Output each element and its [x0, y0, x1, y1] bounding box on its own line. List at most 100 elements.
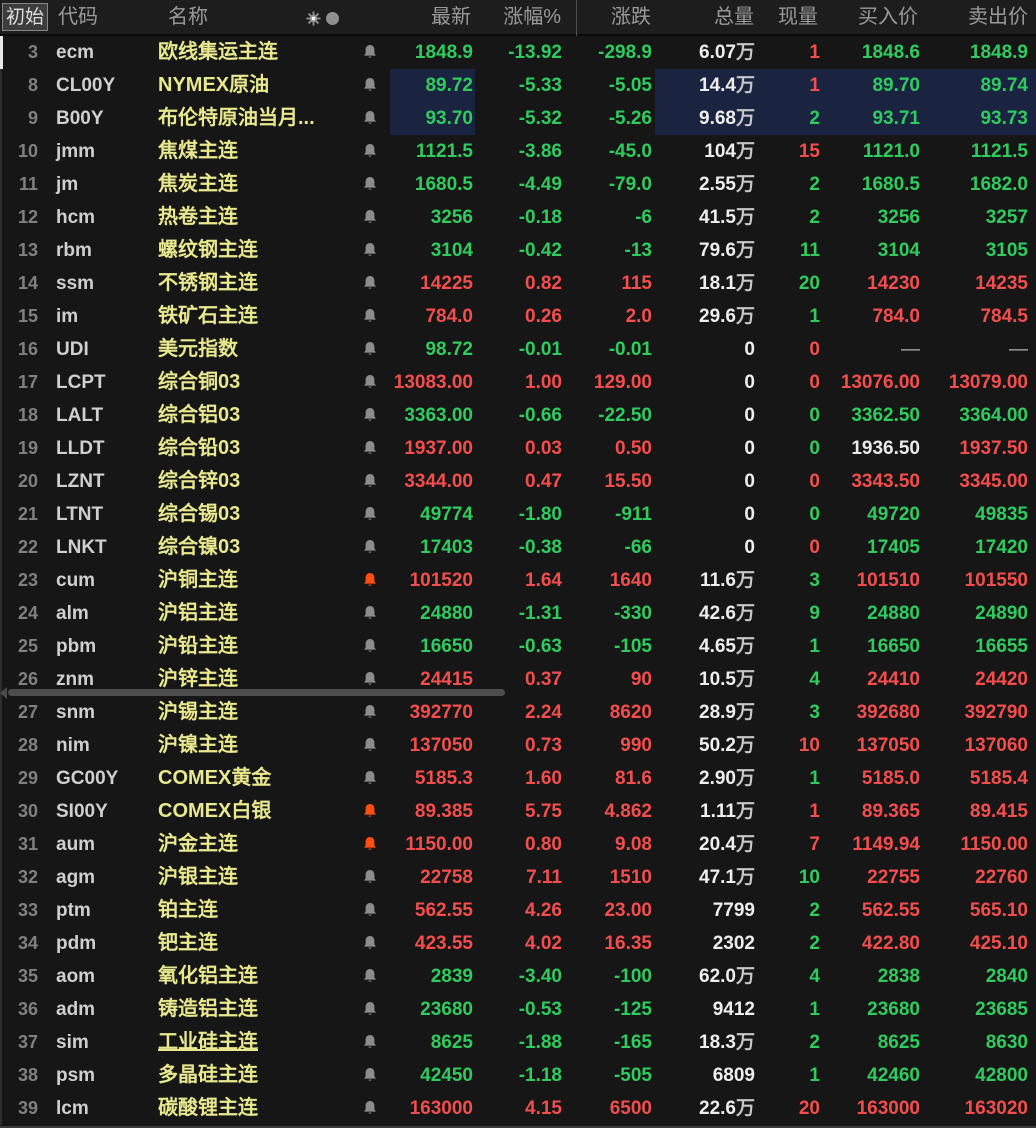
- alert-bell-icon[interactable]: [362, 110, 378, 127]
- quote-row[interactable]: 35 aom 氧化铝主连 2839 -3.40 -100 62.0万 4 283…: [2, 960, 1036, 993]
- alert-bell-icon[interactable]: [362, 341, 378, 358]
- current-volume-cell: 1: [758, 993, 822, 1026]
- alert-bell-icon[interactable]: [362, 275, 378, 292]
- total-volume-value: 18.3: [699, 1032, 736, 1053]
- row-number-cell: 3: [2, 36, 48, 69]
- header-ask-price[interactable]: 卖出价: [922, 0, 1036, 34]
- quote-row[interactable]: 37 sim 工业硅主连 8625 -1.88 -165 18.3万 2 862…: [2, 1026, 1036, 1059]
- total-volume-value: 28.9: [699, 702, 736, 723]
- quote-row[interactable]: 14 ssm 不锈钢主连 14225 0.82 115 18.1万 20 142…: [2, 267, 1036, 300]
- alert-bell-icon[interactable]: [362, 935, 378, 952]
- alert-bell-icon[interactable]: [362, 770, 378, 787]
- alert-bell-icon[interactable]: [362, 671, 378, 688]
- sun-burst-icon[interactable]: [306, 11, 321, 26]
- bid-price-cell: 13076.00: [822, 366, 922, 399]
- alert-bell-icon[interactable]: [362, 803, 378, 820]
- alert-bell-icon[interactable]: [362, 473, 378, 490]
- alert-bell-icon[interactable]: [362, 1034, 378, 1051]
- ask-price-cell: 1121.5: [922, 135, 1036, 168]
- quote-row[interactable]: 20 LZNT 综合锌03 3344.00 0.47 15.50 0 0 334…: [2, 465, 1036, 498]
- header-total-volume[interactable]: 总量: [655, 0, 758, 34]
- alert-bell-icon[interactable]: [362, 737, 378, 754]
- quote-row[interactable]: 9 B00Y 布伦特原油当月... 93.70 -5.32 -5.26 9.68…: [2, 102, 1036, 135]
- quote-row[interactable]: 10 jmm 焦煤主连 1121.5 -3.86 -45.0 104万 15 1…: [2, 135, 1036, 168]
- alert-bell-icon[interactable]: [362, 902, 378, 919]
- quote-row[interactable]: 12 hcm 热卷主连 3256 -0.18 -6 41.5万 2 3256 3…: [2, 201, 1036, 234]
- quote-row[interactable]: 27 snm 沪锡主连 392770 2.24 8620 28.9万 3 392…: [2, 696, 1036, 729]
- header-code[interactable]: 代码: [48, 0, 140, 34]
- quote-row[interactable]: 23 cum 沪铜主连 101520 1.64 1640 11.6万 3 101…: [2, 564, 1036, 597]
- alert-bell-icon[interactable]: [362, 638, 378, 655]
- quote-row[interactable]: 8 CL00Y NYMEX原油 89.72 -5.33 -5.05 14.4万 …: [2, 69, 1036, 102]
- change-percent-cell: -5.32: [475, 102, 565, 135]
- init-sort-button[interactable]: 初始: [2, 3, 48, 31]
- name-cell: 欧线集运主连: [140, 36, 350, 69]
- alert-bell-icon[interactable]: [362, 605, 378, 622]
- alert-bell-icon[interactable]: [362, 1100, 378, 1117]
- total-volume-value: 22.6: [699, 1098, 736, 1119]
- last-price-cell: 423.55: [390, 927, 475, 960]
- quote-row[interactable]: 34 pdm 钯主连 423.55 4.02 16.35 2302 2 422.…: [2, 927, 1036, 960]
- quote-row[interactable]: 36 adm 铸造铝主连 23680 -0.53 -125 9412 1 236…: [2, 993, 1036, 1026]
- change-percent-cell: -13.92: [475, 36, 565, 69]
- quote-row[interactable]: 21 LTNT 综合锡03 49774 -1.80 -911 0 0 49720…: [2, 498, 1036, 531]
- alert-bell-icon[interactable]: [362, 869, 378, 886]
- quote-row[interactable]: 19 LLDT 综合铅03 1937.00 0.03 0.50 0 0 1936…: [2, 432, 1036, 465]
- quote-row[interactable]: 30 SI00Y COMEX白银 89.385 5.75 4.862 1.11万…: [2, 795, 1036, 828]
- alert-bell-icon[interactable]: [362, 308, 378, 325]
- quote-row[interactable]: 32 agm 沪银主连 22758 7.11 1510 47.1万 10 227…: [2, 861, 1036, 894]
- alert-bell-icon[interactable]: [362, 143, 378, 160]
- horizontal-scrollbar-thumb[interactable]: [8, 689, 505, 696]
- total-volume-unit: 万: [736, 1032, 755, 1053]
- alert-bell-icon[interactable]: [362, 176, 378, 193]
- last-price-cell: 22758: [390, 861, 475, 894]
- header-bid-price[interactable]: 买入价: [822, 0, 922, 34]
- total-volume-cell: 18.1万: [655, 267, 758, 300]
- total-volume-cell: 0: [655, 465, 758, 498]
- quote-row[interactable]: 11 jm 焦炭主连 1680.5 -4.49 -79.0 2.55万 2 16…: [2, 168, 1036, 201]
- quote-row[interactable]: 22 LNKT 综合镍03 17403 -0.38 -66 0 0 17405 …: [2, 531, 1036, 564]
- alert-bell-icon[interactable]: [362, 209, 378, 226]
- alert-bell-icon[interactable]: [362, 704, 378, 721]
- header-last[interactable]: 最新: [390, 0, 475, 34]
- row-number-cell: 31: [2, 828, 48, 861]
- header-current-volume[interactable]: 现量: [758, 0, 822, 34]
- alert-bell-icon[interactable]: [362, 968, 378, 985]
- alert-bell-icon[interactable]: [362, 1001, 378, 1018]
- quote-row[interactable]: 15 im 铁矿石主连 784.0 0.26 2.0 29.6万 1 784.0…: [2, 300, 1036, 333]
- alert-bell-icon[interactable]: [362, 374, 378, 391]
- quote-row[interactable]: 24 alm 沪铝主连 24880 -1.31 -330 42.6万 9 248…: [2, 597, 1036, 630]
- quote-row[interactable]: 33 ptm 铂主连 562.55 4.26 23.00 7799 2 562.…: [2, 894, 1036, 927]
- ask-price-cell: 49835: [922, 498, 1036, 531]
- alert-bell-icon[interactable]: [362, 539, 378, 556]
- alert-bell-icon[interactable]: [362, 44, 378, 61]
- quote-row[interactable]: 13 rbm 螺纹钢主连 3104 -0.42 -13 79.6万 11 310…: [2, 234, 1036, 267]
- alert-bell-icon[interactable]: [362, 407, 378, 424]
- quote-row[interactable]: 39 lcm 碳酸锂主连 163000 4.15 6500 22.6万 20 1…: [2, 1092, 1036, 1125]
- last-price-cell: 3363.00: [390, 399, 475, 432]
- quote-row[interactable]: 29 GC00Y COMEX黄金 5185.3 1.60 81.6 2.90万 …: [2, 762, 1036, 795]
- quote-row[interactable]: 3 ecm 欧线集运主连 1848.9 -13.92 -298.9 6.07万 …: [2, 36, 1036, 69]
- alert-bell-icon[interactable]: [362, 1067, 378, 1084]
- alert-bell-icon[interactable]: [362, 77, 378, 94]
- quote-row[interactable]: 16 UDI 美元指数 98.72 -0.01 -0.01 0 0 — —: [2, 333, 1036, 366]
- quote-row[interactable]: 18 LALT 综合铝03 3363.00 -0.66 -22.50 0 0 3…: [2, 399, 1036, 432]
- quote-row[interactable]: 38 psm 多晶硅主连 42450 -1.18 -505 6809 1 424…: [2, 1059, 1036, 1092]
- circle-icon[interactable]: [326, 12, 339, 25]
- alert-bell-icon[interactable]: [362, 242, 378, 259]
- last-price-cell: 42450: [390, 1059, 475, 1092]
- quote-row[interactable]: 17 LCPT 综合铜03 13083.00 1.00 129.00 0 0 1…: [2, 366, 1036, 399]
- quote-row[interactable]: 25 pbm 沪铅主连 16650 -0.63 -105 4.65万 1 166…: [2, 630, 1036, 663]
- quote-row[interactable]: 31 aum 沪金主连 1150.00 0.80 9.08 20.4万 7 11…: [2, 828, 1036, 861]
- change-cell: 1510: [565, 861, 655, 894]
- alert-bell-icon[interactable]: [362, 836, 378, 853]
- alert-bell-icon[interactable]: [362, 572, 378, 589]
- alert-bell-icon[interactable]: [362, 506, 378, 523]
- quote-row[interactable]: 28 nim 沪镍主连 137050 0.73 990 50.2万 10 137…: [2, 729, 1036, 762]
- alert-bell-cell: [350, 300, 390, 333]
- header-change[interactable]: 涨跌: [565, 0, 655, 34]
- scrollbar-left-arrow[interactable]: [0, 687, 7, 699]
- alert-bell-icon[interactable]: [362, 440, 378, 457]
- current-volume-cell: 0: [758, 333, 822, 366]
- header-change-percent[interactable]: 涨幅%: [475, 0, 565, 34]
